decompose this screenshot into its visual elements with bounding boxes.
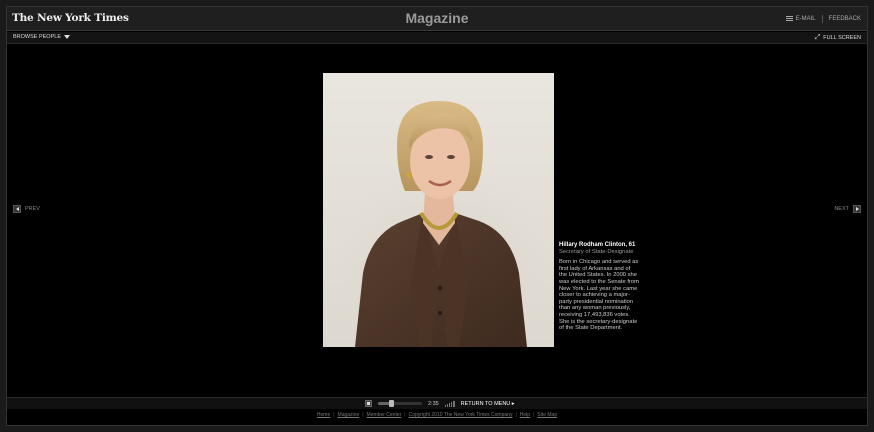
prev-button[interactable]: PREV <box>13 205 40 213</box>
feedback-link[interactable]: FEEDBACK <box>829 16 861 22</box>
footer-separator: | <box>515 412 517 418</box>
volume-icon[interactable] <box>444 400 455 407</box>
email-label: E-MAIL <box>795 16 816 23</box>
full-screen-label: FULL SCREEN <box>823 34 861 41</box>
top-bar: The New York Times Magazine E-MAIL FEEDB… <box>7 7 867 31</box>
footer-links: Home | Magazine | Member Center | Copyright 20… <box>7 412 867 418</box>
footer-link[interactable]: Site Map <box>537 412 557 418</box>
footer-separator: | <box>533 412 535 418</box>
sub-bar: BROWSE PEOPLE ⤢ FULL SCREEN <box>7 32 867 44</box>
browse-people-menu[interactable]: BROWSE PEOPLE <box>13 34 70 40</box>
slider-knob[interactable] <box>388 400 394 407</box>
arrow-left-icon <box>13 205 21 213</box>
next-button[interactable]: NEXT <box>834 205 861 213</box>
slideshow-frame: The New York Times Magazine E-MAIL FEEDB… <box>6 6 868 426</box>
email-icon <box>785 15 793 21</box>
email-link[interactable]: E-MAIL <box>785 15 816 23</box>
person-role: Secretary of State-Designate <box>559 248 634 255</box>
divider <box>821 15 823 23</box>
progress-slider[interactable] <box>378 400 422 407</box>
chevron-down-icon <box>64 35 70 39</box>
time-display: 2:35 <box>428 400 439 407</box>
top-links: E-MAIL FEEDBACK <box>785 15 861 23</box>
fullscreen-icon: ⤢ <box>814 34 821 41</box>
footer-separator: | <box>333 412 335 418</box>
footer-link[interactable]: Magazine <box>338 412 360 418</box>
stop-button[interactable] <box>365 400 372 407</box>
full-screen-button[interactable]: ⤢ FULL SCREEN <box>815 34 861 41</box>
portrait-photo <box>323 73 554 347</box>
footer-link[interactable]: Copyright 2010 The New York Times Compan… <box>409 412 513 418</box>
footer-link[interactable]: Help <box>520 412 530 418</box>
stop-icon <box>367 402 370 405</box>
browse-people-label: BROWSE PEOPLE <box>13 34 61 40</box>
player-controls: 2:35 RETURN TO MENU ▸ <box>7 397 867 409</box>
footer-separator: | <box>362 412 364 418</box>
photo-caption: Hillary Rodham Clinton, 61 Secretary of … <box>559 242 639 332</box>
portrait-illustration <box>333 101 553 347</box>
next-label: NEXT <box>834 206 849 212</box>
footer-link[interactable]: Member Center <box>367 412 402 418</box>
footer-link[interactable]: Home <box>317 412 330 418</box>
prev-label: PREV <box>25 206 40 212</box>
page-title: Magazine <box>405 10 469 26</box>
person-bio: Born in Chicago and served as first lady… <box>559 259 639 332</box>
person-name: Hillary Rodham Clinton, 61 <box>559 242 636 248</box>
footer-separator: | <box>404 412 406 418</box>
arrow-right-icon <box>853 205 861 213</box>
return-to-menu-link[interactable]: RETURN TO MENU ▸ <box>461 401 515 407</box>
